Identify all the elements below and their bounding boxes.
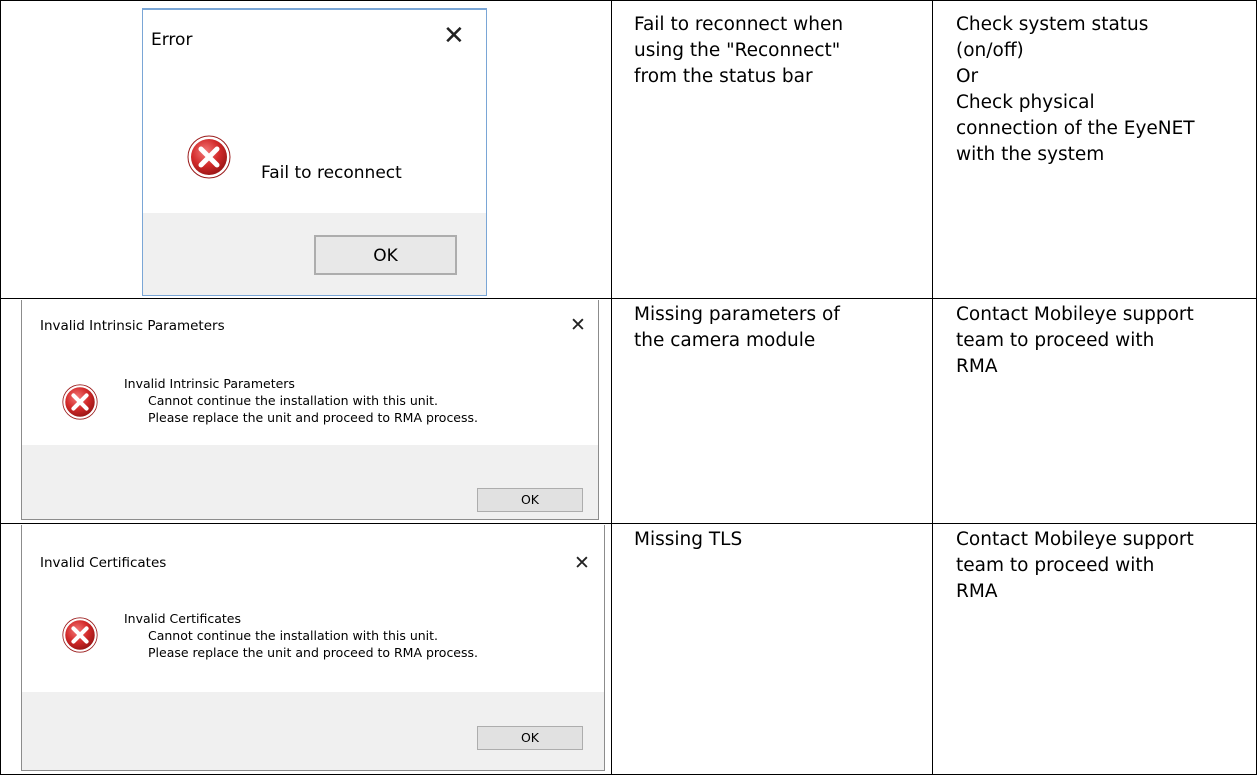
description-line: using the "Reconnect" <box>634 40 841 61</box>
error-x-icon <box>187 135 231 179</box>
action-line: connection of the EyeNET <box>956 118 1195 139</box>
close-icon[interactable]: ✕ <box>443 23 465 49</box>
description-cell: Missing parameters of the camera module <box>634 302 840 354</box>
invalid-intrinsic-dialog: Invalid Intrinsic Parameters ✕ Invalid I… <box>21 300 599 520</box>
dialog-message-line: Cannot continue the installation with th… <box>148 393 439 408</box>
description-cell: Missing TLS <box>634 527 742 553</box>
description-line: Missing parameters of <box>634 304 840 325</box>
dialog-message-line: Please replace the unit and proceed to R… <box>148 645 478 660</box>
table-border-top <box>0 0 1257 1</box>
description-line: Missing TLS <box>634 529 743 550</box>
action-line: Contact Mobileye support <box>956 529 1194 550</box>
invalid-certificates-dialog: Invalid Certificates ✕ Invalid Certifica… <box>21 525 605 771</box>
table-border-left <box>0 0 1 775</box>
action-cell: Contact Mobileye support team to proceed… <box>956 527 1194 605</box>
close-icon[interactable]: ✕ <box>570 316 586 335</box>
dialog-message-line: Please replace the unit and proceed to R… <box>148 410 478 425</box>
error-x-icon <box>62 617 98 653</box>
description-line: from the status bar <box>634 66 813 87</box>
action-line: team to proceed with <box>956 330 1155 351</box>
action-line: RMA <box>956 356 998 377</box>
action-line: team to proceed with <box>956 555 1155 576</box>
action-line: with the system <box>956 144 1105 165</box>
action-line: Check system status <box>956 14 1149 35</box>
dialog-message: Fail to reconnect <box>261 163 402 183</box>
action-line: Or <box>956 66 979 87</box>
error-dialog: Error ✕ Fail to reconnect OK <box>142 8 487 296</box>
action-line: (on/off) <box>956 40 1024 61</box>
description-cell: Fail to reconnect when using the "Reconn… <box>634 12 843 90</box>
ok-button[interactable]: OK <box>314 235 457 275</box>
error-x-icon <box>62 384 98 420</box>
ok-button[interactable]: OK <box>477 488 583 512</box>
action-line: RMA <box>956 581 998 602</box>
dialog-message-heading: Invalid Certificates <box>124 611 241 626</box>
column-divider-1 <box>611 0 612 775</box>
dialog-title: Error <box>151 30 193 50</box>
row-divider-1 <box>0 298 1257 299</box>
row-divider-2 <box>0 523 1257 524</box>
description-line: the camera module <box>634 330 816 351</box>
ok-button[interactable]: OK <box>477 726 583 750</box>
action-line: Check physical <box>956 92 1095 113</box>
action-cell: Check system status (on/off) Or Check ph… <box>956 12 1195 168</box>
dialog-title: Invalid Intrinsic Parameters <box>40 318 225 334</box>
action-cell: Contact Mobileye support team to proceed… <box>956 302 1194 380</box>
dialog-title: Invalid Certificates <box>40 555 167 571</box>
column-divider-2 <box>932 0 933 775</box>
close-icon[interactable]: ✕ <box>574 554 590 573</box>
dialog-message-line: Cannot continue the installation with th… <box>148 628 439 643</box>
dialog-message-heading: Invalid Intrinsic Parameters <box>124 376 295 391</box>
description-line: Fail to reconnect when <box>634 14 844 35</box>
action-line: Contact Mobileye support <box>956 304 1194 325</box>
